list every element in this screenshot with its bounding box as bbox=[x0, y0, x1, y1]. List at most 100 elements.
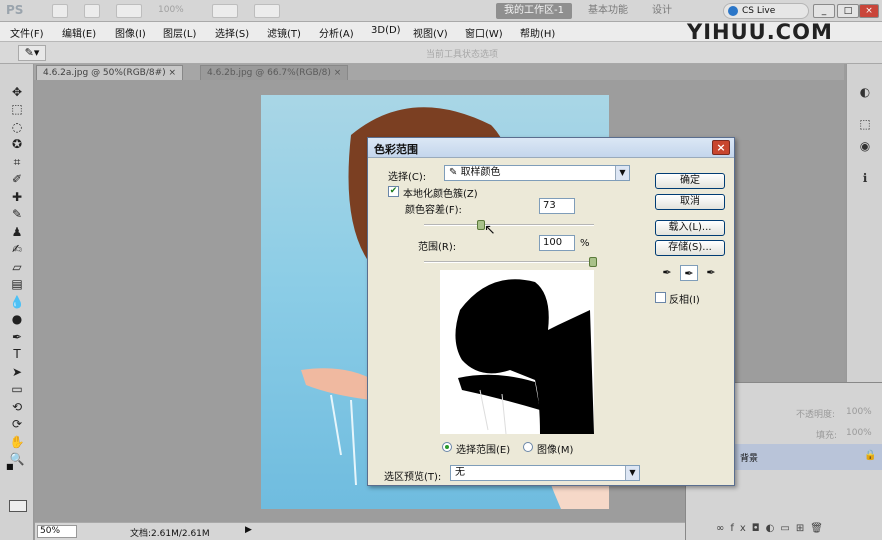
crop-tool-icon[interactable]: ⌗ bbox=[9, 154, 25, 170]
3d-orbit-icon[interactable]: ⟳ bbox=[9, 416, 25, 432]
load-button[interactable]: 载入(L)... bbox=[655, 220, 725, 236]
fuzziness-slider[interactable] bbox=[424, 224, 594, 226]
layer-row[interactable]: 背景 🔒 bbox=[734, 444, 882, 470]
default-colors-icon[interactable]: ■ bbox=[6, 462, 14, 471]
menu-help[interactable]: 帮助(H) bbox=[520, 25, 555, 40]
cs-live-button[interactable]: CS Live bbox=[723, 3, 809, 19]
status-arrow-icon[interactable]: ▶ bbox=[245, 525, 252, 535]
eyedropper-tool-icon[interactable]: ✐ bbox=[9, 171, 25, 187]
workspace-design[interactable]: 设计 bbox=[644, 3, 680, 19]
opacity-value[interactable]: 100% bbox=[846, 407, 872, 417]
dialog-title: 色彩范围 bbox=[374, 143, 418, 156]
range-input[interactable]: 100 bbox=[539, 235, 575, 251]
select-dropdown[interactable]: ✎ 取样颜色 ▼ bbox=[444, 165, 630, 181]
eyedropper-subtract-icon[interactable]: ✒ bbox=[702, 265, 720, 281]
menu-file[interactable]: 文件(F) bbox=[10, 25, 44, 40]
maximize-button[interactable]: □ bbox=[837, 4, 859, 18]
range-unit: % bbox=[580, 238, 590, 249]
menu-3d[interactable]: 3D(D) bbox=[371, 25, 401, 36]
chevron-down-icon: ▼ bbox=[615, 166, 629, 180]
blur-tool-icon[interactable]: 💧 bbox=[9, 294, 25, 310]
mask-icon[interactable]: ◉ bbox=[857, 138, 873, 154]
layer-name: 背景 bbox=[740, 454, 759, 464]
type-tool-icon[interactable]: T bbox=[9, 346, 25, 362]
marquee-tool-icon[interactable]: ⬚ bbox=[9, 101, 25, 117]
tool-preset-picker[interactable]: ✎▾ bbox=[18, 45, 46, 61]
path-select-icon[interactable]: ➤ bbox=[9, 364, 25, 380]
select-value: 取样颜色 bbox=[460, 167, 501, 178]
minimize-button[interactable]: _ bbox=[813, 4, 835, 18]
application-bar: PS 100% 我的工作区-1 基本功能 设计 CS Live _ □ × bbox=[0, 0, 882, 22]
fill-label: 填充: bbox=[816, 431, 838, 441]
menu-image[interactable]: 图像(I) bbox=[115, 25, 146, 40]
healing-brush-icon[interactable]: ✚ bbox=[9, 189, 25, 205]
3d-rotate-icon[interactable]: ⟲ bbox=[9, 399, 25, 415]
preview-silhouette bbox=[455, 279, 594, 434]
radio-selection[interactable] bbox=[442, 442, 452, 452]
history-brush-icon[interactable]: ✍ bbox=[9, 241, 25, 257]
menu-edit[interactable]: 编辑(E) bbox=[62, 25, 96, 40]
menu-select[interactable]: 选择(S) bbox=[215, 25, 249, 40]
minibridge-button[interactable] bbox=[84, 4, 100, 18]
lock-icon: 🔒 bbox=[864, 450, 877, 461]
workspace-essentials[interactable]: 基本功能 bbox=[580, 3, 636, 19]
layer-actions[interactable]: ∞fx◘◐▭⊞🗑 bbox=[716, 523, 876, 537]
lasso-tool-icon[interactable]: ◌ bbox=[9, 119, 25, 135]
fuzziness-input[interactable]: 73 bbox=[539, 198, 575, 214]
close-window-button[interactable]: × bbox=[859, 4, 879, 18]
cs-live-label: CS Live bbox=[742, 6, 776, 16]
menu-filter[interactable]: 滤镜(T) bbox=[267, 25, 301, 40]
options-tip: 当前工具状态选项 bbox=[426, 50, 499, 60]
color-range-dialog: 色彩范围 × 选择(C): ✎ 取样颜色 ▼ ✔ 本地化颜色簇(Z) 颜色容差(… bbox=[367, 137, 735, 486]
document-tabs: 4.6.2a.jpg @ 50%(RGB/8#) × 4.6.2b.jpg @ … bbox=[34, 64, 844, 80]
app-logo: PS bbox=[6, 3, 24, 17]
menu-view[interactable]: 视图(V) bbox=[413, 25, 448, 40]
arrange-documents-button[interactable] bbox=[212, 4, 238, 18]
dialog-close-button[interactable]: × bbox=[712, 140, 730, 155]
menu-window[interactable]: 窗口(W) bbox=[465, 25, 503, 40]
preview-value: 无 bbox=[455, 467, 465, 478]
dodge-tool-icon[interactable]: ● bbox=[9, 311, 25, 327]
tab-document-b[interactable]: 4.6.2b.jpg @ 66.7%(RGB/8) × bbox=[200, 65, 349, 80]
eyedropper-icon[interactable]: ✒ bbox=[658, 265, 676, 281]
fill-value[interactable]: 100% bbox=[846, 428, 872, 438]
workspace-my[interactable]: 我的工作区-1 bbox=[496, 3, 572, 19]
chevron-down-icon: ▼ bbox=[625, 466, 639, 480]
range-slider[interactable] bbox=[424, 261, 594, 263]
pen-tool-icon[interactable]: ✒ bbox=[9, 329, 25, 345]
range-label: 范围(R): bbox=[418, 242, 457, 253]
radio-selection-label: 选择范围(E) bbox=[456, 445, 511, 456]
tab-document-a[interactable]: 4.6.2a.jpg @ 50%(RGB/8#) × bbox=[36, 65, 184, 80]
menu-layer[interactable]: 图层(L) bbox=[163, 25, 196, 40]
quick-select-tool-icon[interactable]: ✪ bbox=[9, 136, 25, 152]
eyedropper-add-icon[interactable]: ✒ bbox=[680, 265, 698, 281]
cancel-button[interactable]: 取消 bbox=[655, 194, 725, 210]
zoom-field[interactable]: 50% bbox=[37, 525, 77, 538]
transform-icon[interactable]: ⬚ bbox=[857, 116, 873, 132]
quick-mask-icon[interactable] bbox=[9, 500, 27, 512]
shape-tool-icon[interactable]: ▭ bbox=[9, 381, 25, 397]
move-tool-icon[interactable]: ✥ bbox=[9, 84, 25, 100]
invert-checkbox[interactable] bbox=[655, 292, 666, 303]
localized-checkbox[interactable]: ✔ bbox=[388, 186, 399, 197]
menu-analysis[interactable]: 分析(A) bbox=[319, 25, 354, 40]
screen-mode-button[interactable] bbox=[254, 4, 280, 18]
radio-image[interactable] bbox=[523, 442, 533, 452]
bridge-button[interactable] bbox=[52, 4, 68, 18]
clone-stamp-icon[interactable]: ♟ bbox=[9, 224, 25, 240]
preview-label: 选区预览(T): bbox=[384, 472, 442, 483]
view-extras-button[interactable] bbox=[116, 4, 142, 18]
range-thumb[interactable] bbox=[589, 257, 597, 267]
gradient-tool-icon[interactable]: ▤ bbox=[9, 276, 25, 292]
eraser-tool-icon[interactable]: ▱ bbox=[9, 259, 25, 275]
mouse-cursor-icon: ↖ bbox=[484, 222, 496, 238]
ok-button[interactable]: 确定 bbox=[655, 173, 725, 189]
navigator-icon[interactable]: ◐ bbox=[857, 84, 873, 100]
brush-tool-icon[interactable]: ✎ bbox=[9, 206, 25, 222]
info-icon[interactable]: ℹ bbox=[857, 170, 873, 186]
save-button[interactable]: 存储(S)... bbox=[655, 240, 725, 256]
selection-preview[interactable] bbox=[440, 270, 594, 434]
preview-dropdown[interactable]: 无 ▼ bbox=[450, 465, 640, 481]
hand-tool-icon[interactable]: ✋ bbox=[9, 434, 25, 450]
zoom-level[interactable]: 100% bbox=[158, 5, 184, 15]
